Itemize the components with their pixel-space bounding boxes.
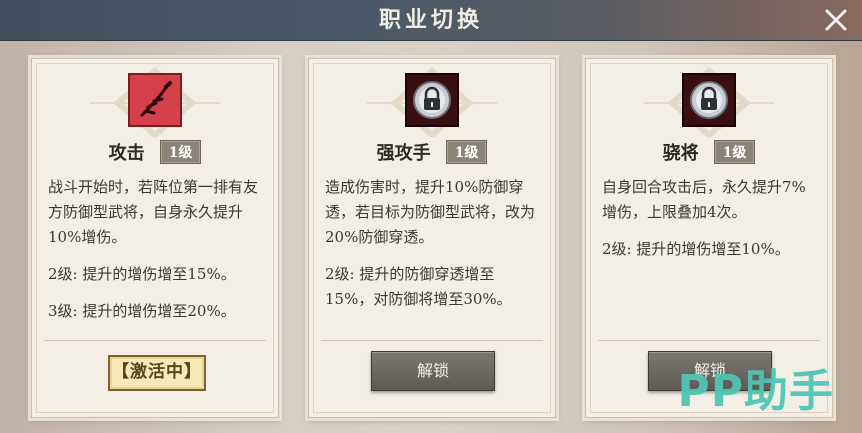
class-name: 攻击 (108, 143, 145, 164)
class-name: 强攻手 (376, 143, 431, 164)
divider (321, 340, 543, 341)
sword-slash-icon (128, 73, 182, 127)
watermark: PP助手 (677, 366, 834, 417)
class-card-attack[interactable]: 攻击 1级 战斗开始时，若阵位第一排有友方防御型武将，自身永久提升10%增伤。 … (31, 58, 279, 418)
class-description: 战斗开始时，若阵位第一排有友方防御型武将，自身永久提升10%增伤。 2级: 提升… (48, 175, 264, 336)
desc-line: 2级: 提升的防御穿透增至15%，对防御将增至30%。 (325, 265, 512, 308)
class-card-assault[interactable]: 强攻手 1级 造成伤害时，提升10%防御穿透，若目标为防御型武将，改为20%防御… (308, 58, 556, 418)
window-title: 职业切换 (378, 7, 483, 33)
level-badge: 1级 (445, 140, 488, 164)
divider (598, 340, 820, 341)
unlock-button[interactable]: 解锁 (371, 351, 495, 391)
class-name-row: 强攻手 1级 (309, 139, 555, 164)
active-status-badge: 【激活中】 (108, 355, 206, 391)
class-name-row: 攻击 1级 (32, 139, 278, 164)
desc-line: 3级: 提升的增伤增至20%。 (48, 302, 236, 320)
class-description: 造成伤害时，提升10%防御穿透，若目标为防御型武将，改为20%防御穿透。 2级:… (325, 175, 541, 324)
divider (44, 340, 266, 341)
close-button[interactable] (822, 6, 850, 34)
desc-line: 造成伤害时，提升10%防御穿透，若目标为防御型武将，改为20%防御穿透。 (325, 178, 536, 246)
close-icon (825, 9, 847, 31)
class-name-row: 骁将 1级 (586, 139, 832, 164)
level-badge: 1级 (713, 140, 756, 164)
level-badge: 1级 (159, 140, 202, 164)
desc-line: 自身回合攻击后，永久提升7%增伤，上限叠加4次。 (602, 178, 806, 221)
desc-line: 战斗开始时，若阵位第一排有友方防御型武将，自身永久提升10%增伤。 (48, 178, 259, 246)
lock-icon (682, 73, 736, 127)
lock-icon (405, 73, 459, 127)
class-name: 骁将 (662, 143, 699, 164)
desc-line: 2级: 提升的增伤增至15%。 (48, 265, 236, 283)
class-description: 自身回合攻击后，永久提升7%增伤，上限叠加4次。 2级: 提升的增伤增至10%。 (602, 175, 818, 274)
desc-line: 2级: 提升的增伤增至10%。 (602, 240, 790, 258)
